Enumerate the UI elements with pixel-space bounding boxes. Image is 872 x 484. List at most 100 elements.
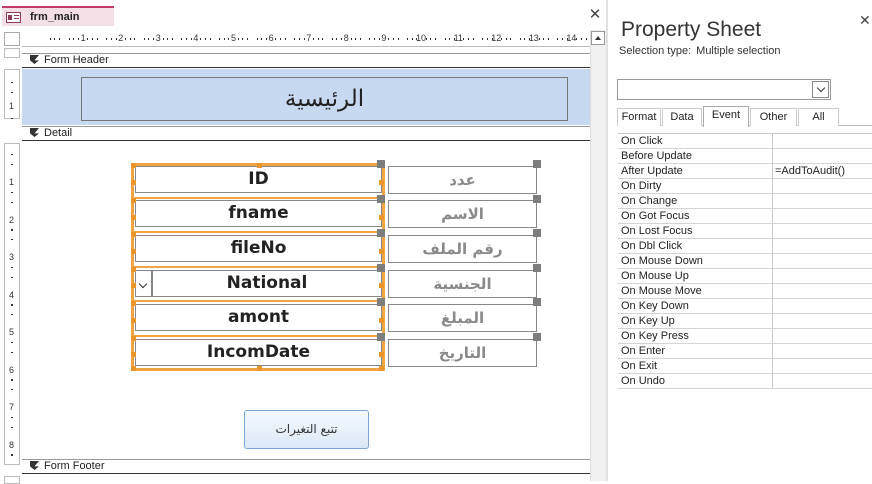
form-title-label[interactable]: الرئيسية [81, 77, 568, 121]
move-handle[interactable] [377, 229, 385, 237]
tab-format[interactable]: Format [617, 108, 661, 126]
property-row[interactable]: Before Update [618, 149, 872, 164]
property-row[interactable]: On Exit [618, 359, 872, 374]
property-row[interactable]: On Mouse Move [618, 284, 872, 299]
property-value[interactable] [772, 314, 872, 328]
resize-handle[interactable] [131, 301, 136, 306]
property-row[interactable]: On Click [618, 134, 872, 149]
property-value[interactable] [772, 344, 872, 358]
tab-data[interactable]: Data [662, 108, 702, 126]
resize-handle[interactable] [379, 366, 384, 371]
property-value[interactable] [772, 239, 872, 253]
property-value[interactable] [772, 374, 872, 388]
scroll-up-button[interactable] [591, 31, 605, 45]
document-tab[interactable]: frm_main [2, 6, 114, 26]
move-handle[interactable] [377, 264, 385, 272]
property-row[interactable]: On Key Up [618, 314, 872, 329]
property-row[interactable]: On Dbl Click [618, 239, 872, 254]
property-row[interactable]: On Enter [618, 344, 872, 359]
property-value[interactable] [772, 134, 872, 148]
move-handle[interactable] [377, 195, 385, 203]
property-row[interactable]: On Change [618, 194, 872, 209]
property-value[interactable]: =AddToAudit() [772, 164, 872, 178]
resize-handle[interactable] [379, 180, 384, 185]
move-handle[interactable] [533, 264, 541, 272]
resize-handle[interactable] [131, 318, 136, 323]
property-value[interactable] [772, 284, 872, 298]
resize-handle[interactable] [379, 283, 384, 288]
property-row[interactable]: After Update =AddToAudit() [618, 164, 872, 179]
form-footer-bar[interactable]: Form Footer [22, 459, 590, 474]
object-dropdown[interactable] [617, 79, 831, 100]
label-fileno[interactable]: رقم الملف [388, 235, 537, 263]
move-handle[interactable] [533, 333, 541, 341]
property-row[interactable]: On Lost Focus [618, 224, 872, 239]
vertical-scrollbar[interactable] [590, 30, 606, 481]
label-fname[interactable]: الاسم [388, 200, 537, 228]
resize-handle[interactable] [131, 215, 136, 220]
resize-handle[interactable] [131, 352, 136, 357]
field-incomdate[interactable]: IncomDate [135, 339, 382, 366]
detail-bar[interactable]: Detail [22, 126, 590, 141]
resize-handle[interactable] [379, 318, 384, 323]
close-icon[interactable]: ✕ [588, 7, 602, 22]
field-national[interactable]: National [152, 270, 382, 297]
move-handle[interactable] [377, 298, 385, 306]
property-row[interactable]: On Dirty [618, 179, 872, 194]
move-handle[interactable] [533, 195, 541, 203]
form-header-bar[interactable]: Form Header [22, 53, 590, 68]
resize-handle[interactable] [131, 180, 136, 185]
property-value[interactable] [772, 254, 872, 268]
resize-handle[interactable] [131, 267, 136, 272]
field-fname[interactable]: fname [135, 200, 382, 227]
property-value[interactable] [772, 359, 872, 373]
property-row[interactable]: On Got Focus [618, 209, 872, 224]
label-incomdate[interactable]: التاريخ [388, 339, 537, 367]
property-value[interactable] [772, 329, 872, 343]
resize-handle[interactable] [131, 163, 136, 168]
horizontal-ruler[interactable]: 123456789101112131415 [22, 31, 590, 47]
property-value[interactable] [772, 269, 872, 283]
label-amont[interactable]: المبلغ [388, 304, 537, 332]
resize-handle[interactable] [379, 249, 384, 254]
resize-handle[interactable] [131, 198, 136, 203]
move-handle[interactable] [533, 298, 541, 306]
resize-handle[interactable] [257, 366, 262, 371]
resize-handle[interactable] [131, 336, 136, 341]
resize-handle[interactable] [131, 232, 136, 237]
label-id[interactable]: عدد [388, 166, 537, 194]
property-value[interactable] [772, 224, 872, 238]
resize-handle[interactable] [131, 249, 136, 254]
resize-handle[interactable] [131, 283, 136, 288]
property-value[interactable] [772, 299, 872, 313]
chevron-down-icon[interactable] [812, 81, 829, 98]
property-row[interactable]: On Mouse Up [618, 269, 872, 284]
label-national[interactable]: الجنسية [388, 270, 537, 298]
property-value[interactable] [772, 194, 872, 208]
tab-other[interactable]: Other [750, 108, 797, 126]
property-value[interactable] [772, 179, 872, 193]
move-handle[interactable] [533, 229, 541, 237]
tab-all[interactable]: All [798, 108, 839, 126]
form-designer[interactable]: frm_main ✕ 123456789101112131415 1123456… [0, 0, 608, 484]
move-handle[interactable] [533, 160, 541, 168]
resize-handle[interactable] [131, 366, 136, 371]
resize-handle[interactable] [379, 352, 384, 357]
resize-handle[interactable] [257, 163, 262, 168]
property-value[interactable] [772, 209, 872, 223]
property-row[interactable]: On Key Down [618, 299, 872, 314]
field-fileno[interactable]: fileNo [135, 235, 382, 262]
property-value[interactable] [772, 149, 872, 163]
property-row[interactable]: On Undo [618, 374, 872, 389]
property-row[interactable]: On Key Press [618, 329, 872, 344]
field-id[interactable]: ID [135, 166, 382, 193]
property-row[interactable]: On Mouse Down [618, 254, 872, 269]
resize-handle[interactable] [379, 215, 384, 220]
track-changes-button[interactable]: تتبع التغيرات [244, 410, 369, 449]
move-handle[interactable] [377, 333, 385, 341]
tab-event[interactable]: Event [703, 106, 749, 127]
form-selector[interactable] [4, 32, 20, 46]
close-icon[interactable]: ✕ [859, 12, 871, 29]
move-handle[interactable] [377, 160, 385, 168]
chevron-down-icon[interactable] [135, 270, 152, 297]
